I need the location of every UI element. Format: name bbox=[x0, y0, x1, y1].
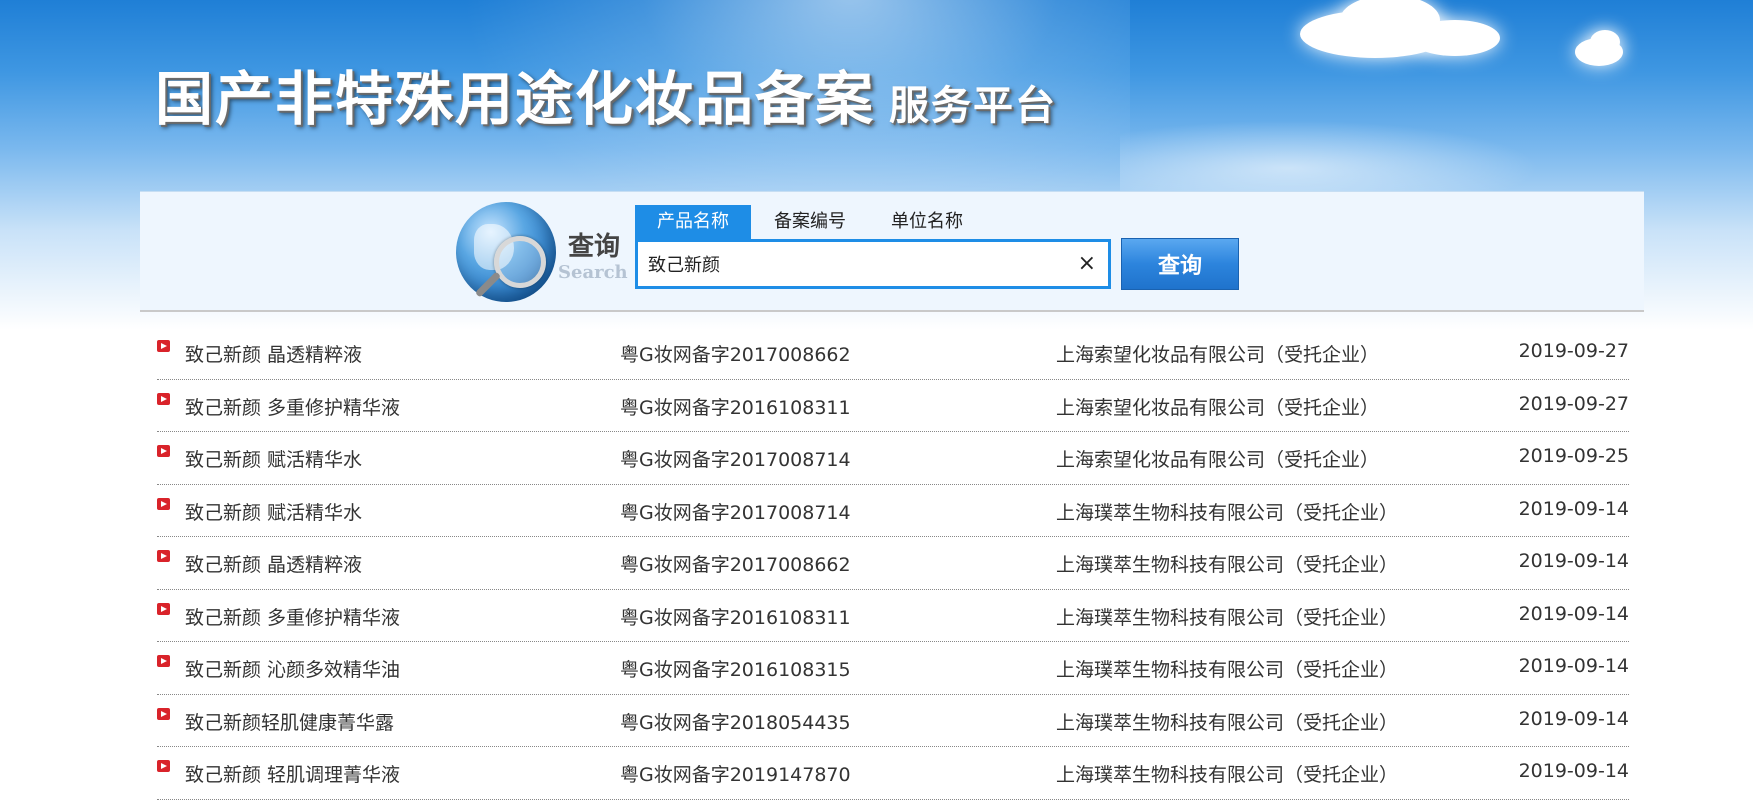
company-name: 上海索望化妆品有限公司（受托企业） bbox=[1056, 449, 1380, 471]
search-input[interactable] bbox=[648, 242, 1048, 286]
record-number: 粤G妆网备字2016108311 bbox=[620, 396, 851, 419]
product-name-link[interactable]: 致己新颜 赋活精华水 bbox=[185, 445, 362, 472]
result-row: 致己新颜 晶透精粹液 粤G妆网备字2017008662 上海索望化妆品有限公司（受托… bbox=[157, 327, 1629, 380]
search-input-box: × bbox=[635, 239, 1111, 289]
red-arrow-bullet-icon bbox=[157, 760, 170, 772]
company-name: 上海璞萃生物科技有限公司（受托企业） bbox=[1056, 554, 1399, 576]
product-name-link[interactable]: 致己新颜 晶透精粹液 bbox=[185, 550, 362, 577]
record-number: 粤G妆网备字2016108311 bbox=[620, 606, 851, 629]
record-date: 2019-09-14 bbox=[1518, 760, 1629, 782]
record-date: 2019-09-14 bbox=[1518, 655, 1629, 677]
record-number: 粤G妆网备字2017008714 bbox=[620, 501, 851, 524]
company-name: 上海璞萃生物科技有限公司（受托企业） bbox=[1056, 711, 1399, 734]
red-arrow-bullet-icon bbox=[157, 655, 170, 667]
company-name: 上海索望化妆品有限公司（受托企业） bbox=[1056, 396, 1380, 419]
result-row: 致己新颜轻肌健康菁华露 粤G妆网备字2018054435 上海璞萃生物科技有限公司（… bbox=[157, 695, 1629, 747]
result-row: 致己新颜 赋活精华水 粤G妆网备字2017008714 上海璞萃生物科技有限公司（受… bbox=[157, 485, 1629, 537]
record-number: 粤G妆网备字2017008662 bbox=[620, 554, 851, 576]
result-row: 致己新颜 赋活精华水 粤G妆网备字2017008714 上海索望化妆品有限公司（受托… bbox=[157, 432, 1629, 485]
record-date: 2019-09-14 bbox=[1518, 550, 1629, 572]
company-name: 上海璞萃生物科技有限公司（受托企业） bbox=[1056, 764, 1399, 786]
red-arrow-bullet-icon bbox=[157, 602, 170, 615]
red-arrow-bullet-icon bbox=[157, 550, 170, 562]
product-name-link[interactable]: 致己新颜 多重修护精华液 bbox=[185, 603, 400, 630]
search-button[interactable]: 查询 bbox=[1121, 238, 1239, 290]
cloud-decoration bbox=[1410, 20, 1500, 56]
record-date: 2019-09-14 bbox=[1518, 497, 1629, 520]
search-logo-cn: 查询 bbox=[568, 232, 621, 262]
site-title-sub: 服务平台 bbox=[889, 82, 1058, 129]
product-name-link[interactable]: 致己新颜 轻肌调理菁华液 bbox=[185, 760, 400, 787]
record-date: 2019-09-27 bbox=[1518, 340, 1629, 362]
product-name-link[interactable]: 致己新颜 多重修护精华液 bbox=[185, 393, 400, 420]
record-date: 2019-09-14 bbox=[1518, 707, 1629, 730]
red-arrow-bullet-icon bbox=[157, 340, 170, 352]
record-number: 粤G妆网备字2017008714 bbox=[620, 449, 851, 471]
product-name-link[interactable]: 致己新颜 赋活精华水 bbox=[185, 498, 362, 525]
cloud-decoration bbox=[1590, 30, 1620, 54]
result-row: 致己新颜 晶透精粹液 粤G妆网备字2017008662 上海璞萃生物科技有限公司（受… bbox=[157, 537, 1629, 590]
red-arrow-bullet-icon bbox=[157, 497, 170, 510]
site-title-main: 国产非特殊用途化妆品备案 bbox=[155, 65, 876, 133]
company-name: 上海索望化妆品有限公司（受托企业） bbox=[1056, 344, 1380, 366]
record-number: 粤G妆网备字2019147870 bbox=[620, 764, 851, 786]
record-date: 2019-09-14 bbox=[1518, 602, 1629, 625]
record-number: 粤G妆网备字2018054435 bbox=[620, 711, 851, 734]
record-date: 2019-09-25 bbox=[1518, 445, 1629, 467]
record-date: 2019-09-27 bbox=[1518, 392, 1629, 415]
record-number: 粤G妆网备字2017008662 bbox=[620, 344, 851, 366]
results-list: 致己新颜 晶透精粹液 粤G妆网备字2017008662 上海索望化妆品有限公司（受托… bbox=[157, 327, 1629, 800]
magnifier-icon bbox=[494, 236, 546, 288]
result-row: 致己新颜 多重修护精华液 粤G妆网备字2016108311 上海索望化妆品有限公司（… bbox=[157, 380, 1629, 432]
company-name: 上海璞萃生物科技有限公司（受托企业） bbox=[1056, 606, 1399, 629]
tab-record-number[interactable]: 备案编号 bbox=[759, 205, 861, 239]
company-name: 上海璞萃生物科技有限公司（受托企业） bbox=[1056, 501, 1399, 524]
site-title: 国产非特殊用途化妆品备案 服务平台 bbox=[155, 52, 1057, 136]
product-name-link[interactable]: 致己新颜 晶透精粹液 bbox=[185, 340, 362, 367]
close-icon[interactable]: × bbox=[1078, 252, 1096, 276]
red-arrow-bullet-icon bbox=[157, 392, 170, 405]
result-row: 致己新颜 沁颜多效精华油 粤G妆网备字2016108315 上海璞萃生物科技有限公司… bbox=[157, 642, 1629, 695]
search-logo-en: Search bbox=[558, 262, 628, 283]
product-name-link[interactable]: 致己新颜轻肌健康菁华露 bbox=[185, 708, 394, 735]
tab-unit-name[interactable]: 单位名称 bbox=[876, 205, 978, 239]
red-arrow-bullet-icon bbox=[157, 445, 170, 457]
red-arrow-bullet-icon bbox=[157, 707, 170, 720]
result-row: 致己新颜 轻肌调理菁华液 粤G妆网备字2019147870 上海璞萃生物科技有限公司… bbox=[157, 747, 1629, 800]
tab-product-name[interactable]: 产品名称 bbox=[635, 205, 751, 239]
product-name-link[interactable]: 致己新颜 沁颜多效精华油 bbox=[185, 655, 400, 682]
world-map-decoration bbox=[1120, 120, 1540, 200]
company-name: 上海璞萃生物科技有限公司（受托企业） bbox=[1056, 659, 1399, 681]
record-number: 粤G妆网备字2016108315 bbox=[620, 659, 851, 681]
result-row: 致己新颜 多重修护精华液 粤G妆网备字2016108311 上海璞萃生物科技有限公司… bbox=[157, 590, 1629, 642]
